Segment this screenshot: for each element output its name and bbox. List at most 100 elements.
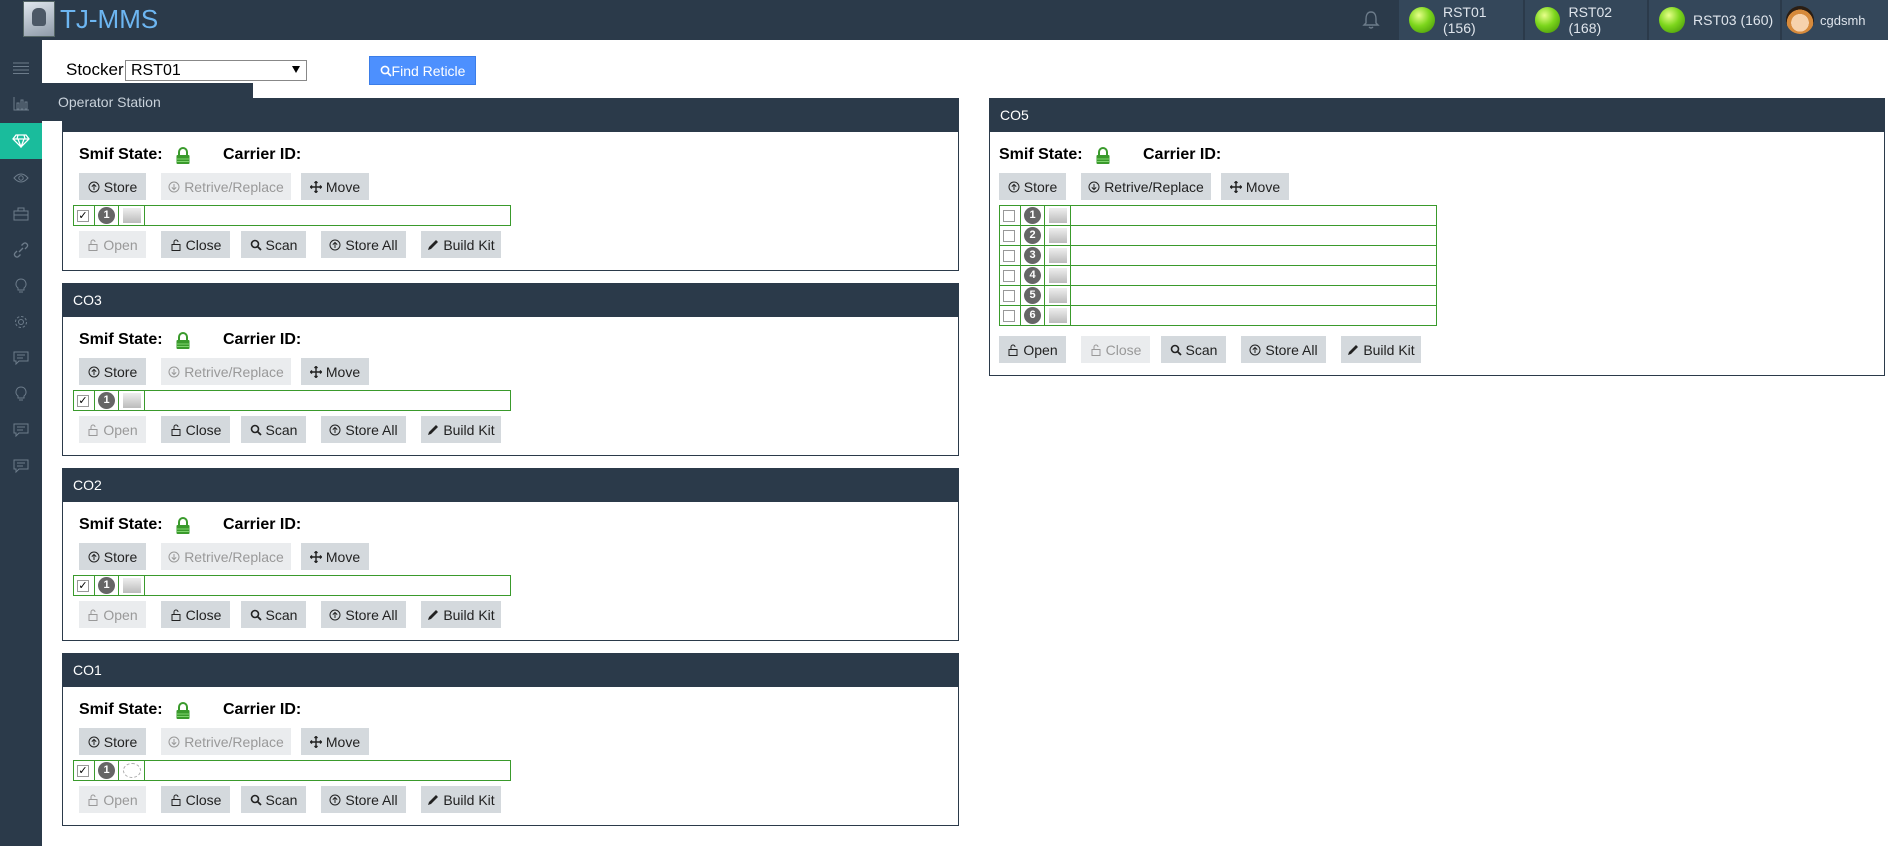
retrive-replace-button[interactable]: Retrive/Replace <box>161 173 291 200</box>
menu-icon[interactable] <box>0 50 42 86</box>
slot-checkbox[interactable] <box>1003 290 1015 302</box>
arrow-down-circle-icon <box>168 366 180 377</box>
scan-button[interactable]: Scan <box>241 231 306 258</box>
slot-row[interactable]: 6 <box>999 305 1437 326</box>
slot-checkbox[interactable] <box>1003 230 1015 242</box>
station-rst01[interactable]: RST01 (156) <box>1399 0 1523 40</box>
carrier-id-label: Carrier ID: <box>223 146 302 163</box>
eye-icon[interactable] <box>0 160 42 196</box>
slot-row[interactable]: 4 <box>999 265 1437 286</box>
store-button[interactable]: Store <box>79 173 146 200</box>
slot-checkbox[interactable] <box>1003 250 1015 262</box>
move-button[interactable]: Move <box>1221 173 1289 200</box>
slot-row[interactable]: 1 <box>999 205 1437 226</box>
close-button[interactable]: Close <box>161 786 230 813</box>
slot-checkbox[interactable] <box>77 395 89 407</box>
build-kit-button[interactable]: Build Kit <box>421 601 501 628</box>
diamond-icon[interactable] <box>0 123 42 159</box>
store-button[interactable]: Store <box>79 358 146 385</box>
slot-image-cell <box>1044 286 1071 305</box>
stocker-select[interactable]: RST01 <box>125 60 307 81</box>
button-label: Open <box>103 421 138 438</box>
open-button[interactable]: Open <box>999 336 1066 363</box>
retrive-replace-button[interactable]: Retrive/Replace <box>161 728 291 755</box>
slot-checkbox[interactable] <box>77 580 89 592</box>
scan-button[interactable]: Scan <box>241 786 306 813</box>
slot-checkbox[interactable] <box>1003 210 1015 222</box>
comment-icon[interactable] <box>0 340 42 376</box>
slot-number-cell: 1 <box>1020 206 1044 225</box>
slot-number: 4 <box>1024 267 1041 284</box>
slot-number: 1 <box>98 207 115 224</box>
slot-row[interactable]: 2 <box>999 225 1437 246</box>
find-reticle-button[interactable]: Find Reticle <box>369 56 476 85</box>
slot-row[interactable]: 5 <box>999 285 1437 306</box>
open-button[interactable]: Open <box>79 601 146 628</box>
gear-icon[interactable] <box>0 304 42 340</box>
button-label: Retrive/Replace <box>184 178 284 195</box>
slot-checkbox[interactable] <box>1003 310 1015 322</box>
slot-row[interactable]: 1 <box>73 760 511 781</box>
open-button[interactable]: Open <box>79 416 146 443</box>
slot-row[interactable]: 1 <box>73 205 511 226</box>
scan-button[interactable]: Scan <box>241 601 306 628</box>
scan-button[interactable]: Scan <box>241 416 306 443</box>
close-button[interactable]: Close <box>161 416 230 443</box>
move-button[interactable]: Move <box>301 543 369 570</box>
comment-icon[interactable] <box>0 412 42 448</box>
bulb-icon[interactable] <box>0 376 42 412</box>
lock-icon <box>175 332 191 350</box>
arrow-up-circle-icon <box>88 181 100 192</box>
chart-icon[interactable] <box>0 86 42 122</box>
store-button[interactable]: Store <box>79 728 146 755</box>
move-button[interactable]: Move <box>301 358 369 385</box>
user-menu[interactable]: cgdsmh <box>1782 0 1888 40</box>
slot-row[interactable]: 3 <box>999 245 1437 266</box>
flyout-operator-station[interactable]: Operator Station <box>42 83 253 121</box>
close-button[interactable]: Close <box>1081 336 1150 363</box>
move-button[interactable]: Move <box>301 728 369 755</box>
briefcase-icon[interactable] <box>0 196 42 232</box>
store-all-button[interactable]: Store All <box>321 416 406 443</box>
open-button[interactable]: Open <box>79 786 146 813</box>
slot-list: 1 <box>73 760 511 781</box>
build-kit-button[interactable]: Build Kit <box>421 416 501 443</box>
store-all-button[interactable]: Store All <box>321 786 406 813</box>
build-kit-button[interactable]: Build Kit <box>421 786 501 813</box>
user-name: cgdsmh <box>1820 12 1866 28</box>
close-button[interactable]: Close <box>161 231 230 258</box>
station-rst03[interactable]: RST03 (160) <box>1649 0 1780 40</box>
reticle-pod-icon <box>1049 208 1067 223</box>
retrive-replace-button[interactable]: Retrive/Replace <box>1081 173 1211 200</box>
bulb-icon[interactable] <box>0 268 42 304</box>
store-button[interactable]: Store <box>999 173 1066 200</box>
store-all-button[interactable]: Store All <box>321 231 406 258</box>
button-label: Store <box>103 363 138 380</box>
button-label: Store <box>1023 178 1058 195</box>
slot-row[interactable]: 1 <box>73 575 511 596</box>
comment-icon[interactable] <box>0 448 42 484</box>
retrive-replace-button[interactable]: Retrive/Replace <box>161 543 291 570</box>
slot-checkbox[interactable] <box>1003 270 1015 282</box>
slot-number-cell: 1 <box>94 391 118 410</box>
button-label: Close <box>185 236 222 253</box>
slot-checkbox[interactable] <box>77 210 89 222</box>
store-all-button[interactable]: Store All <box>1241 336 1326 363</box>
store-all-button[interactable]: Store All <box>321 601 406 628</box>
station-rst02[interactable]: RST02 (168) <box>1525 0 1647 40</box>
arrow-up-circle-icon <box>329 794 341 805</box>
arrow-up-circle-icon <box>329 424 341 435</box>
retrive-replace-button[interactable]: Retrive/Replace <box>161 358 291 385</box>
store-button[interactable]: Store <box>79 543 146 570</box>
bell-icon[interactable] <box>1362 10 1380 30</box>
move-button[interactable]: Move <box>301 173 369 200</box>
lock-icon <box>175 702 191 720</box>
open-button[interactable]: Open <box>79 231 146 258</box>
build-kit-button[interactable]: Build Kit <box>421 231 501 258</box>
slot-checkbox[interactable] <box>77 765 89 777</box>
close-button[interactable]: Close <box>161 601 230 628</box>
scan-button[interactable]: Scan <box>1161 336 1226 363</box>
link-icon[interactable] <box>0 232 42 268</box>
slot-row[interactable]: 1 <box>73 390 511 411</box>
build-kit-button[interactable]: Build Kit <box>1341 336 1421 363</box>
